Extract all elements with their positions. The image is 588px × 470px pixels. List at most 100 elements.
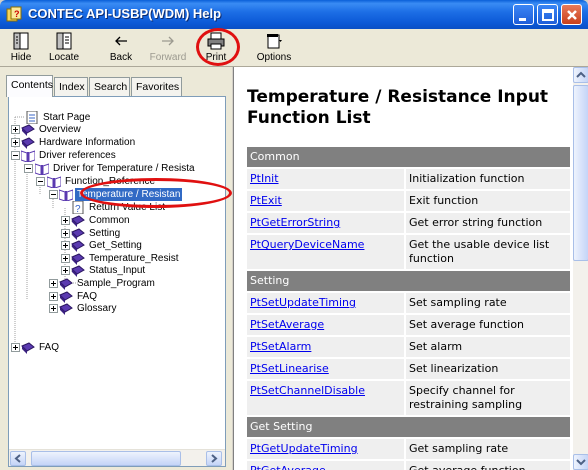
expand-status-input-button[interactable] (61, 266, 70, 275)
locate-icon (56, 32, 72, 50)
book-icon (21, 137, 35, 149)
expand-faq-button[interactable] (11, 343, 20, 352)
function-name-cell: PtInit (247, 168, 406, 191)
collapse-function-reference-button[interactable] (36, 177, 45, 186)
page-title: Temperature / Resistance Input Function … (247, 87, 549, 128)
function-link[interactable]: PtSetUpdateTiming (250, 296, 356, 309)
tab-contents[interactable]: Contents (6, 75, 53, 97)
function-link[interactable]: PtInit (250, 172, 279, 185)
tab-search[interactable]: Search (89, 77, 130, 96)
maximize-button[interactable] (537, 4, 558, 25)
open-book-icon (21, 150, 35, 162)
scroll-down-button[interactable] (573, 454, 588, 470)
expand-overview-button[interactable] (11, 125, 20, 134)
print-button[interactable]: Print (200, 31, 232, 63)
options-label: Options (256, 52, 292, 63)
book-icon (21, 342, 35, 354)
open-book-icon (35, 163, 49, 175)
function-description: Get average function (405, 460, 570, 470)
forward-button[interactable]: Forward (146, 31, 190, 63)
function-name-cell: PtSetLinearise (247, 358, 406, 381)
expand-common-button[interactable] (61, 216, 70, 225)
scroll-up-button[interactable] (573, 67, 588, 83)
section-header-row: Common (247, 147, 570, 169)
forward-label: Forward (149, 52, 187, 63)
print-label: Print (205, 52, 227, 63)
options-icon (267, 34, 282, 49)
options-button[interactable]: Options (254, 31, 294, 63)
navigation-pane: Contents Index Search Favorites Start Pa… (0, 67, 232, 470)
function-link[interactable]: PtSetChannelDisable (250, 384, 365, 397)
title-bar[interactable]: ? CONTEC API-USBP(WDM) Help (0, 0, 588, 29)
expand-faq-inner-button[interactable] (49, 292, 58, 301)
function-name-cell: PtSetAverage (247, 314, 406, 337)
book-icon (71, 265, 85, 277)
function-row: PtInit Initialization function (247, 168, 570, 191)
expand-get-setting-button[interactable] (61, 241, 70, 250)
tree-scroll-thumb[interactable] (31, 451, 181, 466)
function-description: Set average function (405, 314, 570, 337)
hide-button[interactable]: Hide (6, 31, 36, 63)
function-row: PtSetLinearise Set linearization (247, 358, 570, 381)
function-description: Set alarm (405, 336, 570, 359)
function-link[interactable]: PtExit (250, 194, 282, 207)
section-header-label: Get Setting (247, 416, 570, 439)
help-page-icon: ? (72, 201, 84, 214)
contents-tree[interactable]: Start Page Overview Hardware Information… (8, 96, 226, 467)
help-app-icon: ? (6, 6, 22, 22)
scroll-left-button[interactable] (10, 451, 26, 466)
back-arrow-icon (115, 36, 127, 46)
back-button[interactable]: Back (106, 31, 136, 63)
collapse-temperature-resistance-button[interactable] (49, 190, 58, 199)
book-icon (71, 215, 85, 227)
expand-setting-button[interactable] (61, 229, 70, 238)
forward-arrow-icon (162, 36, 174, 46)
back-label: Back (109, 52, 133, 63)
function-row: PtSetChannelDisable Specify channel for r… (247, 380, 570, 417)
book-icon (59, 278, 73, 290)
tab-favorites[interactable]: Favorites (131, 77, 182, 96)
function-row: PtGetUpdateTiming Get sampling rate (247, 438, 570, 461)
chevron-up-icon (576, 71, 586, 78)
function-link[interactable]: PtSetAverage (250, 318, 324, 331)
open-book-icon (59, 189, 73, 201)
minimize-button[interactable] (513, 4, 534, 25)
content-scroll-thumb[interactable] (573, 85, 588, 261)
book-icon (21, 124, 35, 136)
function-link[interactable]: PtSetLinearise (250, 362, 329, 375)
section-header-label: Setting (247, 270, 570, 293)
expand-hardware-button[interactable] (11, 138, 20, 147)
hide-pane-icon (13, 32, 29, 50)
function-link[interactable]: PtGetErrorString (250, 216, 340, 229)
tab-index[interactable]: Index (54, 77, 88, 96)
function-link[interactable]: PtSetAlarm (250, 340, 311, 353)
function-row: PtQueryDeviceName Get the usable device l… (247, 234, 570, 271)
tree-horizontal-scrollbar[interactable] (9, 449, 225, 466)
function-row: PtGetAverage Get average function (247, 460, 570, 470)
expand-sample-program-button[interactable] (49, 279, 58, 288)
function-link[interactable]: PtGetUpdateTiming (250, 442, 358, 455)
close-button[interactable] (561, 4, 582, 25)
collapse-driver-references-button[interactable] (11, 151, 20, 160)
function-row: PtGetErrorString Get error string functio… (247, 212, 570, 235)
function-description: Set sampling rate (405, 292, 570, 315)
expand-temperature-resist-button[interactable] (61, 254, 70, 263)
book-icon (71, 240, 85, 252)
chevron-left-icon (14, 454, 21, 463)
function-description: Get sampling rate (405, 438, 570, 461)
book-icon (59, 303, 73, 315)
printer-icon (207, 32, 225, 50)
function-description: Initialization function (405, 168, 570, 191)
chevron-right-icon (211, 454, 218, 463)
function-link[interactable]: PtGetAverage (250, 464, 326, 470)
function-row: PtExit Exit function (247, 190, 570, 213)
scroll-right-button[interactable] (206, 451, 222, 466)
expand-glossary-button[interactable] (49, 304, 58, 313)
function-link[interactable]: PtQueryDeviceName (250, 238, 364, 251)
function-table: Common PtInit Initialization function PtExi… (247, 147, 570, 470)
locate-button[interactable]: Locate (44, 31, 84, 63)
content-vertical-scrollbar[interactable] (573, 67, 588, 470)
svg-text:?: ? (14, 9, 20, 19)
function-description: Get error string function (405, 212, 570, 235)
collapse-driver-temp-button[interactable] (24, 164, 33, 173)
